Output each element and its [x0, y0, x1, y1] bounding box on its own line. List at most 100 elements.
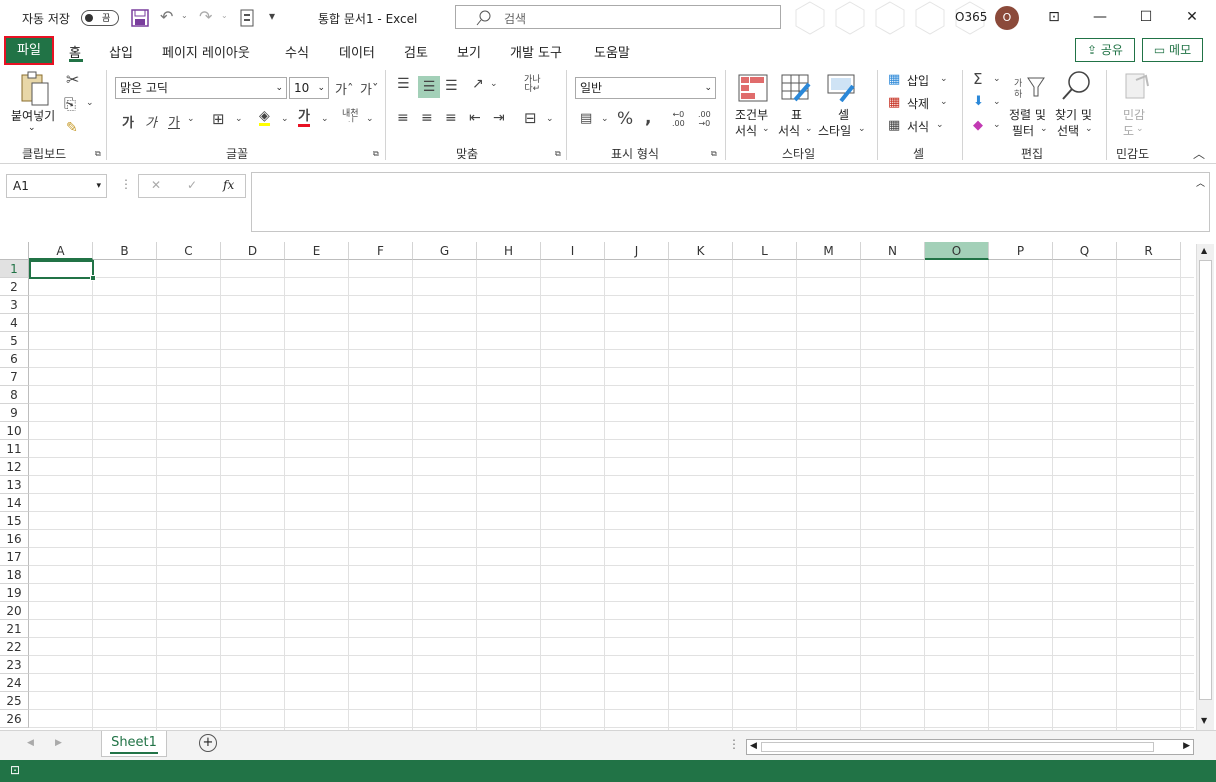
tab-developer[interactable]: 개발 도구 — [510, 42, 562, 61]
fill-icon[interactable]: ⬇ — [973, 94, 984, 109]
tab-formulas[interactable]: 수식 — [285, 42, 309, 61]
customize-qat-icon[interactable]: ▾ — [269, 9, 275, 23]
format-painter-icon[interactable]: ✎ — [66, 120, 78, 136]
clipboard-launcher-icon[interactable]: ⧉ — [95, 149, 101, 159]
row-header[interactable]: 13 — [0, 476, 29, 494]
format-as-table-icon[interactable] — [781, 74, 811, 102]
copy-dropdown-icon[interactable]: ⌄ — [86, 98, 94, 108]
orientation-dropdown-icon[interactable]: ⌄ — [490, 79, 498, 89]
accounting-dropdown-icon[interactable]: ⌄ — [601, 114, 609, 124]
percent-icon[interactable]: % — [617, 109, 633, 129]
paste-icon[interactable] — [20, 71, 50, 107]
comments-button[interactable]: ▭ 메모 — [1142, 38, 1203, 62]
tab-data[interactable]: 데이터 — [339, 42, 375, 61]
merge-center-icon[interactable]: ⊟ — [524, 109, 537, 127]
next-sheet-icon[interactable]: ▶ — [55, 738, 62, 748]
select-all-corner[interactable] — [0, 242, 29, 260]
font-size-combo[interactable]: 10 ⌄ — [289, 77, 329, 99]
scroll-up-icon[interactable]: ▲ — [1201, 246, 1207, 255]
find-select-icon[interactable] — [1061, 70, 1091, 102]
column-header[interactable]: R — [1117, 242, 1181, 260]
increase-font-icon[interactable]: 가ˆ — [335, 79, 353, 98]
add-sheet-icon[interactable]: + — [199, 734, 217, 752]
font-name-combo[interactable]: 맑은 고딕 ⌄ — [115, 77, 287, 99]
column-header[interactable]: C — [157, 242, 221, 260]
tab-review[interactable]: 검토 — [404, 42, 428, 61]
align-right-icon[interactable]: ≡ — [445, 110, 457, 126]
scroll-thumb[interactable] — [1199, 260, 1212, 700]
column-header[interactable]: D — [221, 242, 285, 260]
insert-cells-icon[interactable]: ▦ — [888, 72, 900, 87]
avatar[interactable]: O — [995, 6, 1019, 30]
find-dropdown-icon[interactable]: ⌄ — [1085, 124, 1093, 134]
cancel-icon[interactable]: ✕ — [151, 178, 161, 192]
delete-cells-icon[interactable]: ▦ — [888, 95, 900, 110]
row-header[interactable]: 14 — [0, 494, 29, 512]
row-header[interactable]: 22 — [0, 638, 29, 656]
enter-icon[interactable]: ✓ — [187, 178, 197, 192]
scroll-thumb[interactable] — [761, 742, 1154, 752]
column-header[interactable]: F — [349, 242, 413, 260]
find-select-label1[interactable]: 찾기 및 — [1055, 106, 1092, 123]
conditional-format-label1[interactable]: 조건부 — [735, 106, 768, 123]
tab-help[interactable]: 도움말 — [594, 42, 630, 61]
scroll-left-icon[interactable]: ◀ — [750, 741, 757, 751]
align-top-icon[interactable]: ☰ — [397, 76, 410, 92]
row-header[interactable]: 23 — [0, 656, 29, 674]
prev-sheet-icon[interactable]: ◀ — [27, 738, 34, 748]
splitter-icon[interactable]: ⋮ — [120, 177, 132, 191]
phonetic-icon[interactable]: 내천 ᆡ — [342, 110, 359, 128]
underline-icon[interactable]: 가 — [168, 112, 180, 131]
autosave-toggle[interactable]: 끔 — [81, 10, 119, 26]
row-header[interactable]: 10 — [0, 422, 29, 440]
increase-indent-icon[interactable]: ⇥ — [493, 110, 505, 126]
bold-icon[interactable]: 가 — [122, 112, 134, 131]
row-header[interactable]: 4 — [0, 314, 29, 332]
fill-color-icon[interactable]: ◈ — [259, 109, 270, 126]
font-launcher-icon[interactable]: ⧉ — [373, 149, 379, 159]
alignment-launcher-icon[interactable]: ⧉ — [555, 149, 561, 159]
spreadsheet-grid[interactable]: ABCDEFGHIJKLMNOPQR 1 2 3 4 5 6 7 8 9 10 11 12 13 14 15… — [0, 242, 1216, 730]
cut-icon[interactable]: ✂ — [66, 70, 79, 89]
hscroll-splitter-icon[interactable]: ⋮ — [728, 737, 740, 751]
format-table-label2[interactable]: 서식 — [778, 122, 800, 139]
column-header[interactable]: N — [861, 242, 925, 260]
column-header[interactable]: M — [797, 242, 861, 260]
insert-cells-label[interactable]: 삽입 — [907, 72, 929, 89]
row-header[interactable]: 11 — [0, 440, 29, 458]
cell-styles-label1[interactable]: 셀 — [838, 106, 849, 123]
delete-cells-label[interactable]: 삭제 — [907, 95, 929, 112]
row-header[interactable]: 9 — [0, 404, 29, 422]
macro-record-icon[interactable]: ⊡ — [10, 763, 20, 777]
cell-styles-dropdown-icon[interactable]: ⌄ — [858, 124, 866, 134]
row-header[interactable]: 8 — [0, 386, 29, 404]
insert-dropdown-icon[interactable]: ⌄ — [940, 74, 948, 84]
decrease-decimal-icon[interactable]: .00 →0 — [698, 110, 711, 128]
format-table-dropdown-icon[interactable]: ⌄ — [805, 124, 813, 134]
scroll-down-icon[interactable]: ▼ — [1201, 716, 1207, 725]
format-table-label1[interactable]: 표 — [791, 106, 802, 123]
copy-icon[interactable]: ⎘ — [64, 95, 76, 113]
row-header[interactable]: 19 — [0, 584, 29, 602]
form-icon[interactable] — [240, 9, 254, 27]
orientation-icon[interactable]: ↗ — [472, 76, 484, 92]
row-header[interactable]: 2 — [0, 278, 29, 296]
align-center-icon[interactable]: ≡ — [421, 110, 433, 126]
decrease-indent-icon[interactable]: ⇤ — [469, 110, 481, 126]
row-header[interactable]: 3 — [0, 296, 29, 314]
clear-dropdown-icon[interactable]: ⌄ — [993, 120, 1001, 130]
phonetic-dropdown-icon[interactable]: ⌄ — [366, 114, 374, 124]
sheet-tab[interactable]: Sheet1 — [101, 731, 167, 757]
borders-icon[interactable]: ⊞ — [212, 110, 225, 128]
row-header[interactable]: 17 — [0, 548, 29, 566]
column-header[interactable]: A — [29, 242, 93, 260]
increase-decimal-icon[interactable]: ←0.00 — [672, 110, 685, 128]
column-header[interactable]: H — [477, 242, 541, 260]
row-header[interactable]: 7 — [0, 368, 29, 386]
undo-icon[interactable]: ↶ — [160, 7, 173, 26]
decrease-font-icon[interactable]: 가ˇ — [360, 79, 378, 98]
format-cells-icon[interactable]: ▦ — [888, 118, 900, 133]
autosum-icon[interactable]: Σ — [973, 70, 982, 88]
clear-icon[interactable]: ◆ — [973, 118, 983, 133]
paste-label[interactable]: 붙여넣기 — [11, 107, 55, 124]
